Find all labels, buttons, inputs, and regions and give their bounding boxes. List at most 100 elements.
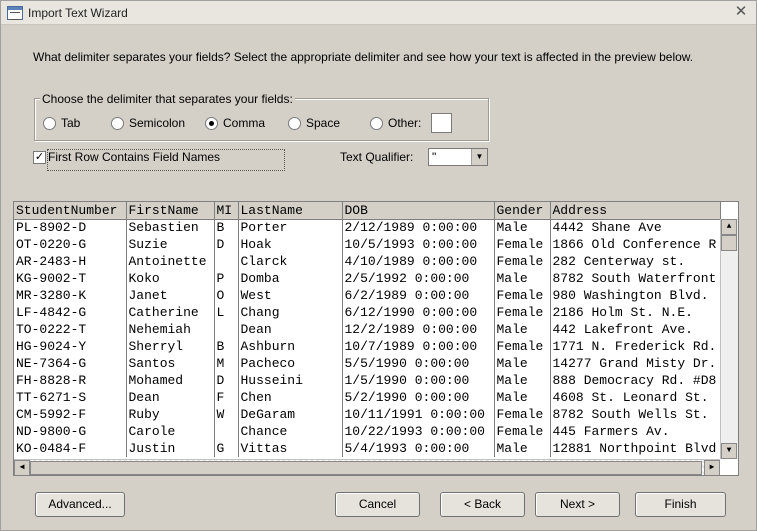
table-cell: NE-7364-G	[14, 355, 127, 372]
radio-space-dot[interactable]	[288, 116, 301, 130]
column-header[interactable]: Gender	[494, 202, 551, 220]
table-cell: Female	[494, 304, 551, 321]
radio-tab[interactable]: Tab	[43, 115, 80, 131]
radio-space[interactable]: Space	[288, 115, 340, 131]
column-header[interactable]: StudentNumber	[14, 202, 127, 220]
table-cell: 5/5/1990 0:00:00	[342, 355, 495, 372]
table-cell: 12881 Northpoint Blvd	[550, 440, 721, 457]
text-qualifier-label: Text Qualifier:	[340, 150, 414, 164]
table-cell: Husseini	[238, 372, 343, 389]
window-title: Import Text Wizard	[28, 6, 128, 20]
table-row: KG-9002-T Koko P Domba 2/5/1992 0:00:00 Male 8…	[14, 270, 721, 287]
horizontal-scrollbar[interactable]: ◀ ▶	[14, 459, 720, 475]
radio-comma-label: Comma	[223, 116, 266, 130]
table-cell: Mohamed	[126, 372, 215, 389]
table-cell: Male	[494, 270, 551, 287]
table-cell: TO-0222-T	[14, 321, 127, 338]
table-cell: OT-0220-G	[14, 236, 127, 253]
table-cell: Sebastien	[126, 219, 215, 236]
first-row-label[interactable]: First Row Contains Field Names	[47, 149, 285, 171]
table-cell: Ashburn	[238, 338, 343, 355]
table-cell: 6/12/1990 0:00:00	[342, 304, 495, 321]
table-cell: Ruby	[126, 406, 215, 423]
table-cell: Chen	[238, 389, 343, 406]
delimiter-legend: Choose the delimiter that separates your…	[40, 92, 295, 106]
table-cell: 4608 St. Leonard St.	[550, 389, 721, 406]
scroll-thumb[interactable]	[721, 235, 737, 251]
chevron-down-icon[interactable]: ▼	[471, 149, 487, 165]
radio-other[interactable]: Other:	[370, 115, 421, 131]
column-header[interactable]: FirstName	[126, 202, 215, 220]
close-icon[interactable]: ✕	[732, 3, 750, 21]
table-cell: Chance	[238, 423, 343, 440]
table-cell: LF-4842-G	[14, 304, 127, 321]
table-cell: 5/2/1990 0:00:00	[342, 389, 495, 406]
radio-comma-dot[interactable]	[205, 116, 218, 130]
table-cell: HG-9024-Y	[14, 338, 127, 355]
table-cell: Nehemiah	[126, 321, 215, 338]
horizontal-scroll-thumb[interactable]	[30, 461, 702, 475]
scroll-down-icon[interactable]: ▼	[721, 443, 737, 459]
back-button[interactable]: < Back	[440, 492, 525, 517]
column-header[interactable]: LastName	[238, 202, 343, 220]
scroll-right-icon[interactable]: ▶	[704, 460, 720, 475]
scroll-up-icon[interactable]: ▲	[721, 219, 737, 235]
table-cell: Chang	[238, 304, 343, 321]
table-cell: D	[214, 372, 239, 389]
text-qualifier-value: "	[432, 150, 437, 164]
first-row-checkbox[interactable]: ✓	[33, 151, 46, 164]
next-button[interactable]: Next >	[535, 492, 620, 517]
other-delimiter-input[interactable]	[431, 113, 452, 133]
advanced-button[interactable]: Advanced...	[35, 492, 125, 517]
table-row: TT-6271-S Dean F Chen 5/2/1990 0:00:00 Male 46…	[14, 389, 721, 406]
table-cell: AR-2483-H	[14, 253, 127, 270]
column-header[interactable]: DOB	[342, 202, 495, 220]
table-cell: Female	[494, 287, 551, 304]
column-header[interactable]: Address	[550, 202, 721, 220]
table-cell: Justin	[126, 440, 215, 457]
table-row: PL-8902-D Sebastien B Porter 2/12/1989 0:00:…	[14, 219, 721, 236]
table-row: NE-7364-G Santos M Pacheco 5/5/1990 0:00:00 M…	[14, 355, 721, 372]
radio-semicolon[interactable]: Semicolon	[111, 115, 185, 131]
radio-semicolon-dot[interactable]	[111, 116, 124, 130]
table-cell: DeGaram	[238, 406, 343, 423]
table-cell: Male	[494, 372, 551, 389]
table-cell: Domba	[238, 270, 343, 287]
radio-comma[interactable]: Comma	[205, 115, 265, 131]
table-cell	[214, 321, 239, 338]
radio-other-label: Other:	[388, 116, 422, 130]
table-cell: ND-9800-G	[14, 423, 127, 440]
table-cell: Female	[494, 406, 551, 423]
table-cell: 1/5/1990 0:00:00	[342, 372, 495, 389]
table-cell: 2/12/1989 0:00:00	[342, 219, 495, 236]
radio-tab-dot[interactable]	[43, 116, 56, 130]
table-cell: Female	[494, 338, 551, 355]
table-cell: 888 Democracy Rd. #D8	[550, 372, 721, 389]
table-cell: 8782 South Wells St.	[550, 406, 721, 423]
vertical-scrollbar[interactable]: ▲ ▼	[720, 219, 738, 459]
table-cell: Vittas	[238, 440, 343, 457]
text-qualifier-select[interactable]: " ▼	[428, 148, 488, 166]
table-cell: Hoak	[238, 236, 343, 253]
preview-body: PL-8902-D Sebastien B Porter 2/12/1989 0:00:…	[14, 219, 721, 457]
table-cell: G	[214, 440, 239, 457]
finish-button[interactable]: Finish	[635, 492, 726, 517]
table-cell: PL-8902-D	[14, 219, 127, 236]
radio-other-dot[interactable]	[370, 116, 383, 130]
scroll-left-icon[interactable]: ◀	[14, 460, 30, 475]
column-header[interactable]: MI	[214, 202, 239, 220]
table-cell: F	[214, 389, 239, 406]
table-cell: 980 Washington Blvd.	[550, 287, 721, 304]
table-cell: West	[238, 287, 343, 304]
table-cell: 1771 N. Frederick Rd.	[550, 338, 721, 355]
table-row: HG-9024-Y Sherryl B Ashburn 10/7/1989 0:00:0…	[14, 338, 721, 355]
table-cell: Dean	[126, 389, 215, 406]
table-cell: Female	[494, 253, 551, 270]
cancel-button[interactable]: Cancel	[335, 492, 420, 517]
title-bar: Import Text Wizard ✕	[1, 1, 756, 25]
table-cell: 282 Centerway st.	[550, 253, 721, 270]
table-cell: 10/5/1993 0:00:00	[342, 236, 495, 253]
table-row: FH-8828-R Mohamed D Husseini 1/5/1990 0:00:0…	[14, 372, 721, 389]
table-cell: Santos	[126, 355, 215, 372]
table-row: AR-2483-H Antoinette Clarck 4/10/1989 0:00:…	[14, 253, 721, 270]
